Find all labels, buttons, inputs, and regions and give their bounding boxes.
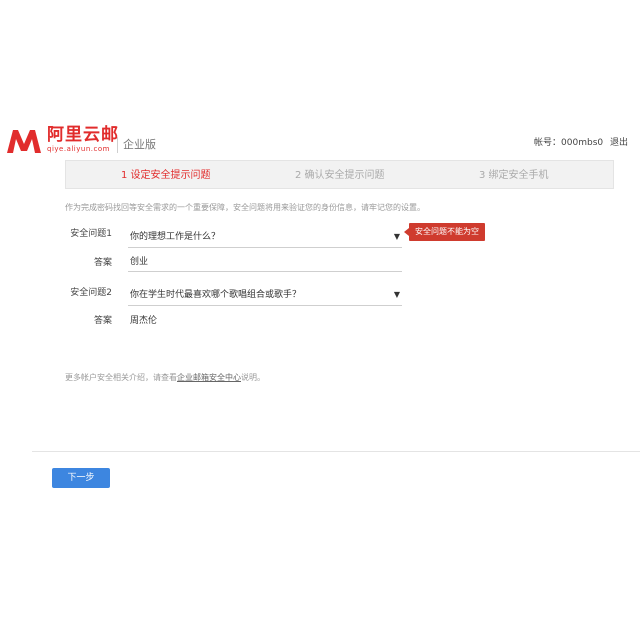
security-note: 更多帐户安全相关介绍，请查看企业邮箱安全中心说明。 [65,372,265,384]
question-1-select[interactable]: 你的理想工作是什么？ ▼ [128,226,402,248]
account-label: 帐号： [534,138,562,148]
logout-link[interactable]: 退出 [610,138,628,148]
step-3: 3 绑定安全手机 [479,170,549,181]
error-tooltip: 安全问题不能为空 [404,223,485,241]
answer-1-input[interactable] [128,250,402,272]
user-area: 帐号：000mbs0 退出 [534,136,628,150]
logo-separator [117,137,118,153]
question-2-label: 安全问题2 [70,288,112,298]
note-prefix: 更多帐户安全相关介绍，请查看 [65,373,177,382]
question-1-value: 你的理想工作是什么？ [130,232,221,242]
footer-divider [32,451,640,452]
next-button[interactable]: 下一步 [52,468,110,488]
progress-steps: 1 设定安全提示问题 2 确认安全提示问题 3 绑定安全手机 [65,160,614,189]
logo-text: 阿里云邮 [47,125,119,145]
question-2-select[interactable]: 你在学生时代最喜欢哪个歌唱组合或歌手？ ▼ [128,284,402,306]
dropdown-arrow-icon: ▼ [393,232,400,241]
edition-label: 企业版 [123,138,156,151]
dropdown-arrow-icon: ▼ [393,290,400,299]
step-1: 1 设定安全提示问题 [121,170,211,181]
answer-2-value: 周杰伦 [130,316,158,326]
answer-2-label: 答案 [93,316,112,326]
answer-1-label: 答案 [93,258,112,268]
security-center-link[interactable]: 企业邮箱安全中心 [177,373,241,382]
intro-text: 作为完成密码找回等安全需求的一个重要保障，安全问题将用来验证您的身份信息，请牢记… [65,203,425,212]
question-2-value: 你在学生时代最喜欢哪个歌唱组合或歌手？ [130,290,302,300]
question-1-label: 安全问题1 [70,229,112,239]
logo-m-icon [7,130,41,153]
logo-domain: qiye.aliyun.com [47,145,110,153]
account-value: 000mbs0 [561,138,604,148]
step-2: 2 确认安全提示问题 [295,170,385,181]
note-suffix: 说明。 [241,373,265,382]
